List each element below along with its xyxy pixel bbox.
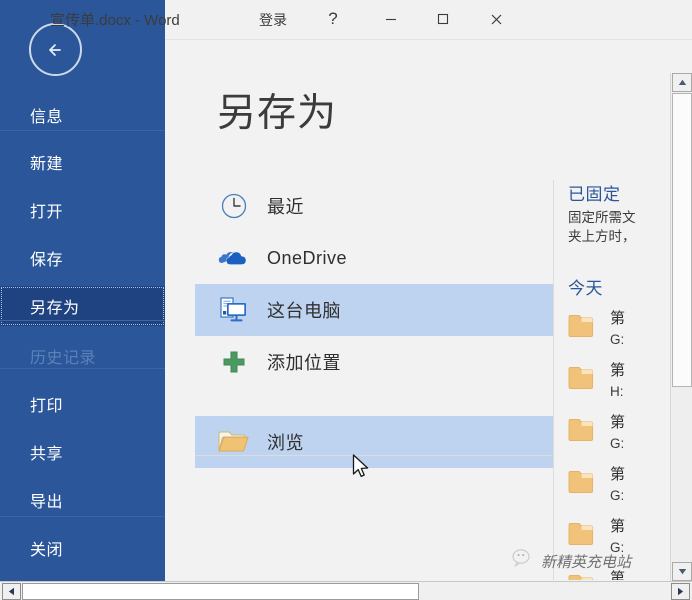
sidebar-item-label: 关闭: [30, 536, 63, 560]
folder-item[interactable]: 第 G:: [568, 305, 673, 357]
back-arrow-icon[interactable]: [29, 23, 82, 76]
folder-icon: [568, 469, 602, 496]
document-title: 宣传单.docx - Word: [50, 9, 180, 30]
place-onedrive[interactable]: OneDrive: [195, 232, 553, 284]
sidebar-item-6[interactable]: 打印: [0, 384, 165, 424]
scroll-down-arrow-icon[interactable]: [672, 562, 692, 581]
folder-icon: [568, 521, 602, 548]
help-icon[interactable]: ?: [314, 4, 352, 34]
scroll-up-arrow-icon[interactable]: [672, 73, 692, 92]
folder-path: G:: [610, 329, 624, 350]
word-backstage-save-as-screen: 信息新建打开保存另存为历史记录打印共享导出关闭 宣传单.docx - Word …: [0, 0, 692, 600]
folder-name: 第: [610, 360, 625, 381]
sidebar-item-label: 另存为: [30, 294, 80, 318]
places-divider: [195, 455, 553, 456]
place-this-pc[interactable]: 这台电脑: [195, 284, 553, 336]
sidebar-separator: [0, 130, 165, 131]
folder-icon: [568, 313, 602, 340]
save-locations-list: 最近 OneDrive: [195, 180, 553, 468]
folder-path: H:: [610, 381, 624, 402]
place-label: 添加位置: [267, 349, 341, 375]
sidebar-separator: [0, 368, 165, 369]
folder-path: G:: [610, 537, 624, 558]
folder-path: G:: [610, 433, 624, 454]
today-heading: 今天: [568, 274, 673, 299]
folder-open-icon: [217, 425, 251, 459]
minimize-icon[interactable]: [372, 4, 410, 34]
horizontal-scrollbar[interactable]: [0, 581, 692, 600]
folder-item[interactable]: 第: [568, 565, 673, 580]
folder-item[interactable]: 第 G:: [568, 461, 673, 513]
vertical-scrollbar-track[interactable]: [672, 387, 692, 561]
close-icon[interactable]: [477, 4, 515, 34]
folder-name: 第: [610, 568, 625, 580]
place-recent[interactable]: 最近: [195, 180, 553, 232]
place-browse[interactable]: 浏览: [195, 416, 553, 468]
onedrive-icon: [217, 241, 251, 275]
place-label: 这台电脑: [267, 297, 341, 323]
backstage-stage: 另存为 最近: [165, 40, 692, 581]
column-divider: [553, 180, 554, 580]
sidebar-item-label: 打开: [30, 198, 63, 222]
maximize-icon[interactable]: [424, 4, 462, 34]
pinned-heading: 已固定: [568, 180, 673, 205]
sidebar-item-label: 保存: [30, 246, 63, 270]
sidebar-separator: [0, 320, 165, 321]
sidebar-item-1[interactable]: 新建: [0, 142, 165, 182]
sidebar-item-7[interactable]: 共享: [0, 432, 165, 472]
place-label: OneDrive: [267, 248, 347, 269]
place-add-location[interactable]: 添加位置: [195, 336, 553, 388]
page-title: 另存为: [217, 82, 337, 138]
sidebar-separator: [0, 516, 165, 517]
scroll-left-arrow-icon[interactable]: [2, 583, 21, 600]
folder-name: 第: [610, 516, 625, 537]
folder-name: 第: [610, 464, 625, 485]
place-label: 最近: [267, 193, 304, 219]
pinned-description-line1: 固定所需文: [568, 208, 673, 227]
sidebar-item-label: 共享: [30, 440, 63, 464]
sidebar-item-9[interactable]: 关闭: [0, 528, 165, 568]
today-folder-list: 第 G: 第 H:: [568, 305, 673, 580]
sidebar-item-label: 历史记录: [30, 344, 96, 368]
scroll-right-arrow-icon[interactable]: [671, 583, 690, 600]
this-pc-icon: [217, 293, 251, 327]
sidebar-item-8[interactable]: 导出: [0, 480, 165, 520]
folder-item[interactable]: 第 G:: [568, 513, 673, 565]
sidebar-item-5: 历史记录: [0, 336, 165, 376]
pinned-description-line2: 夹上方时，: [568, 227, 673, 246]
folder-icon: [568, 365, 602, 392]
vertical-scrollbar-thumb[interactable]: [672, 93, 692, 387]
folder-item[interactable]: 第 H:: [568, 357, 673, 409]
sign-in-button[interactable]: 登录: [259, 10, 287, 30]
plus-icon: [217, 345, 251, 379]
clock-icon: [217, 189, 251, 223]
folder-path: G:: [610, 485, 624, 506]
sidebar-item-label: 新建: [30, 150, 63, 174]
sidebar-item-label: 信息: [30, 103, 63, 127]
sidebar-item-label: 打印: [30, 392, 63, 416]
sidebar-item-2[interactable]: 打开: [0, 190, 165, 230]
folder-icon: [568, 417, 602, 444]
vertical-scrollbar[interactable]: [670, 73, 692, 581]
folder-name: 第: [610, 412, 625, 433]
sidebar-item-label: 导出: [30, 488, 63, 512]
sidebar-item-3[interactable]: 保存: [0, 238, 165, 278]
horizontal-scrollbar-thumb[interactable]: [22, 583, 419, 600]
folder-icon: [568, 573, 602, 580]
place-label: 浏览: [267, 429, 304, 455]
pinned-panel: 已固定 固定所需文 夹上方时， 今天 第 G:: [568, 180, 673, 580]
sidebar-item-0[interactable]: 信息: [0, 95, 165, 135]
backstage-sidebar: 信息新建打开保存另存为历史记录打印共享导出关闭: [0, 0, 165, 581]
folder-item[interactable]: 第 G:: [568, 409, 673, 461]
folder-name: 第: [610, 308, 625, 329]
